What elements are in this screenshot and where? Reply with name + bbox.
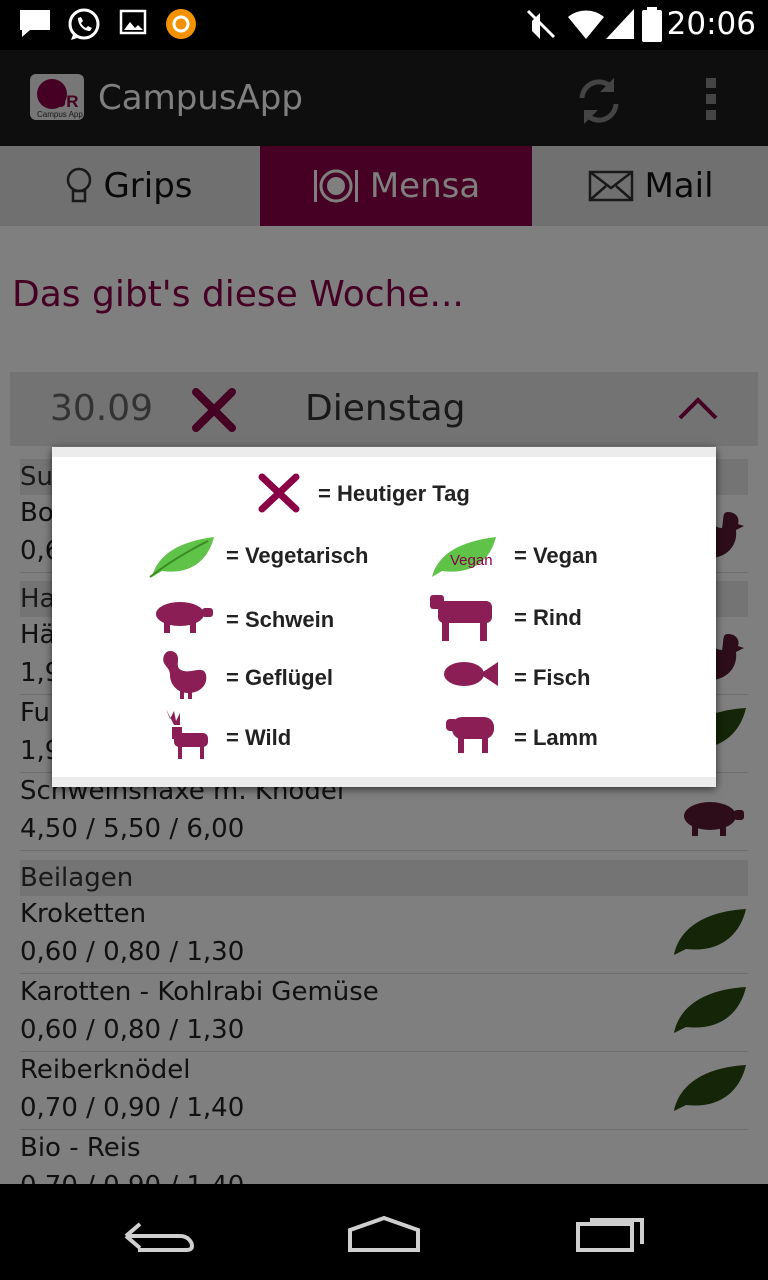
legend-lamm: = Lamm	[514, 725, 598, 750]
whatsapp-icon	[68, 8, 100, 40]
avast-icon	[166, 9, 196, 39]
signal-icon	[606, 9, 634, 39]
svg-text:Vegan: Vegan	[450, 552, 493, 569]
pig-icon	[156, 602, 213, 633]
home-icon[interactable]	[346, 1214, 422, 1254]
legend-today: = Heutiger Tag	[318, 481, 470, 506]
vegan-leaf-icon: Vegan	[432, 537, 496, 577]
clock: 20:06	[666, 6, 756, 42]
fish-icon	[444, 662, 498, 686]
mute-icon	[526, 9, 556, 39]
wifi-icon	[568, 10, 604, 39]
battery-icon	[642, 7, 662, 42]
nav-bar	[0, 1184, 768, 1280]
legend-vegan: = Vegan	[514, 543, 598, 568]
legend-rind: = Rind	[514, 605, 582, 630]
x-icon	[258, 473, 300, 513]
legend-gefluegel: = Geflügel	[226, 665, 333, 690]
dialog-bottom-strip	[52, 777, 716, 787]
chicken-icon	[163, 651, 207, 699]
deer-icon	[166, 709, 208, 759]
back-icon[interactable]	[124, 1216, 196, 1254]
cow-icon	[430, 595, 492, 641]
leaf-icon	[149, 537, 214, 578]
message-icon	[20, 10, 50, 37]
sheep-icon	[446, 717, 494, 753]
recent-apps-icon[interactable]	[574, 1214, 646, 1254]
legend-vegetarisch: = Vegetarisch	[226, 543, 369, 568]
legend-fisch: = Fisch	[514, 665, 591, 690]
status-bar: 20:06	[0, 0, 768, 50]
legend-dialog[interactable]: = Heutiger Tag = Vegetarisch Vegan = Veg…	[52, 447, 716, 787]
legend-wild: = Wild	[226, 725, 292, 750]
dialog-top-strip	[52, 447, 716, 457]
legend-schwein: = Schwein	[226, 607, 335, 632]
image-icon	[119, 9, 147, 35]
